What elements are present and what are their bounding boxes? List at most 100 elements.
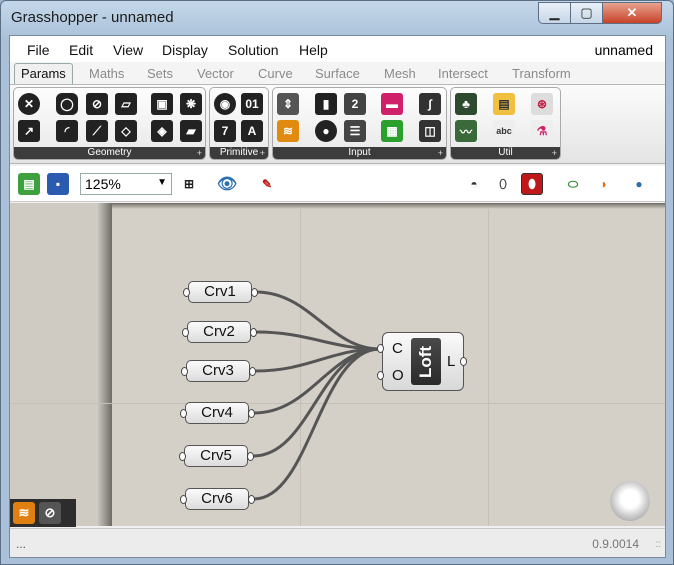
title-bar[interactable]: Grasshopper - unnamed ▁ ▢ ✕ [1,1,673,35]
graph-mapper-icon[interactable]: ≋ [277,120,299,142]
tab-intersect[interactable]: Intersect [438,66,488,81]
flask-icon[interactable]: ⚗ [531,120,553,142]
param-input-grip[interactable] [179,452,186,461]
param-node-crv5[interactable]: Crv5 [184,445,248,467]
param-input-grip[interactable] [183,288,190,297]
mesh-param-icon[interactable]: ❋ [180,93,202,115]
tab-mesh[interactable]: Mesh [384,66,416,81]
zoom-select[interactable]: 125% ▼ [80,173,172,195]
tab-params[interactable]: Params [14,63,73,85]
param-output-grip[interactable] [248,409,255,418]
vector-param-icon[interactable]: ↗ [18,120,40,142]
panel-geometry-label: Geometry + [14,147,205,159]
boolean-param-icon[interactable]: ◉ [214,93,236,115]
loft-input-grip[interactable] [377,344,384,353]
param-output-grip[interactable] [247,452,254,461]
param-input-grip[interactable] [182,328,189,337]
circle-param-icon[interactable]: ◯ [56,93,78,115]
menu-display[interactable]: Display [162,42,208,58]
save-file-icon[interactable]: ▪ [47,173,69,195]
brep-param-icon[interactable]: ◈ [151,120,173,142]
material-icon[interactable]: ◑ [592,173,614,195]
preview-wire-icon[interactable]: ⬯ [492,173,514,195]
menu-help[interactable]: Help [299,42,328,58]
scribble-icon[interactable]: abc [493,120,515,142]
param-node-crv2[interactable]: Crv2 [187,321,251,343]
param-output-grip[interactable] [249,367,256,376]
param-input-grip[interactable] [181,367,188,376]
curve-graph-icon[interactable]: ∫ [419,93,441,115]
loft-component[interactable]: C O Loft L [382,332,464,391]
tab-vector[interactable]: Vector [197,66,234,81]
param-node-crv6[interactable]: Crv6 [185,488,249,510]
maximize-button[interactable]: ▢ [570,2,603,24]
button-icon[interactable]: ● [315,120,337,142]
param-output-grip[interactable] [248,495,255,504]
menu-solution[interactable]: Solution [228,42,279,58]
navigation-wheel-icon[interactable] [610,481,650,521]
loft-input-grip[interactable] [377,371,384,380]
tab-curve[interactable]: Curve [258,66,293,81]
minimize-button[interactable]: ▁ [538,2,571,24]
tab-transform[interactable]: Transform [512,66,571,81]
close-button[interactable]: ✕ [602,2,662,24]
param-input-grip[interactable] [180,409,187,418]
eye-icon[interactable]: 👁 [216,173,238,195]
plane-param-icon[interactable]: ▱ [115,93,137,115]
param-output-grip[interactable] [250,328,257,337]
line-param-icon[interactable]: ⟋ [86,120,108,142]
loft-input-c: C [392,340,403,357]
wire-crv4 [253,347,381,415]
slider-icon[interactable]: ⇕ [277,93,299,115]
menu-edit[interactable]: Edit [69,42,93,58]
sphere-icon[interactable]: ● [628,173,650,195]
quick-graph-icon[interactable]: 〰 [455,120,477,142]
image-sampler-icon[interactable]: ◫ [419,120,441,142]
param-node-crv1[interactable]: Crv1 [188,281,252,303]
sketch-icon[interactable]: ⊞ [178,173,200,195]
value-list-icon[interactable]: ☰ [344,120,366,142]
param-viewer-icon[interactable]: ♣ [455,93,477,115]
gradient-icon[interactable]: ▬ [381,93,403,115]
digit-scroller-icon[interactable]: 2 [344,93,366,115]
tab-surface[interactable]: Surface [315,66,360,81]
panel-input: ⇕ ≋ ▮ ● 2 ☰ ▬ ▦ ∫ ◫ Input + [272,87,447,160]
point-param-icon[interactable]: ✕ [18,93,40,115]
resize-grip-icon[interactable]: :: [655,539,661,550]
curve-param-icon[interactable]: ⊘ [86,93,108,115]
integer-param-icon[interactable]: 01 [241,93,263,115]
menu-file[interactable]: File [27,42,50,58]
param-output-grip[interactable] [251,288,258,297]
geometry-icon[interactable]: ⊘ [39,502,61,524]
tab-maths[interactable]: Maths [89,66,124,81]
panel-input-label: Input + [273,147,446,159]
open-file-icon[interactable]: ▤ [18,173,40,195]
panel-primitive-label: Primitive + [210,147,268,159]
color-swatch-icon[interactable]: ▦ [381,120,403,142]
tab-sets[interactable]: Sets [147,66,173,81]
preview-shaded-icon[interactable]: ◓ [463,173,485,195]
loft-label: Loft [411,338,441,385]
panel-icon[interactable]: ▤ [493,93,515,115]
surface-param-icon[interactable]: ▰ [180,120,202,142]
flame-icon[interactable]: ≋ [13,502,35,524]
box-param-icon[interactable]: ▣ [151,93,173,115]
brush-icon[interactable]: ✎ [256,173,278,195]
menu-view[interactable]: View [113,42,143,58]
loft-output-grip[interactable] [460,357,467,366]
number-param-icon[interactable]: 7 [214,120,236,142]
toggle-icon[interactable]: ▮ [315,93,337,115]
rectangle-param-icon[interactable]: ◇ [115,120,137,142]
preview-selected-icon[interactable]: ⬮ [521,173,543,195]
component-tabs: Params Maths Sets Vector Curve Surface M… [10,62,665,85]
data-recorder-icon[interactable]: ⊛ [531,93,553,115]
grasshopper-canvas[interactable]: Crv1 Crv2 Crv3 Crv4 Crv5 Crv6 C O Loft L [10,203,665,526]
component-ribbon: ✕ ↗ ◯ ◜ ⊘ ⟋ ▱ ◇ ▣ ◈ ❋ ▰ Geometry + ◉ 01 7… [10,84,665,164]
param-input-grip[interactable] [180,495,187,504]
bake-icon[interactable]: ⬭ [562,173,584,195]
param-node-crv3[interactable]: Crv3 [186,360,250,382]
panel-primitive: ◉ 01 7 A Primitive + [209,87,269,160]
string-param-icon[interactable]: A [241,120,263,142]
arc-param-icon[interactable]: ◜ [56,120,78,142]
param-node-crv4[interactable]: Crv4 [185,402,249,424]
